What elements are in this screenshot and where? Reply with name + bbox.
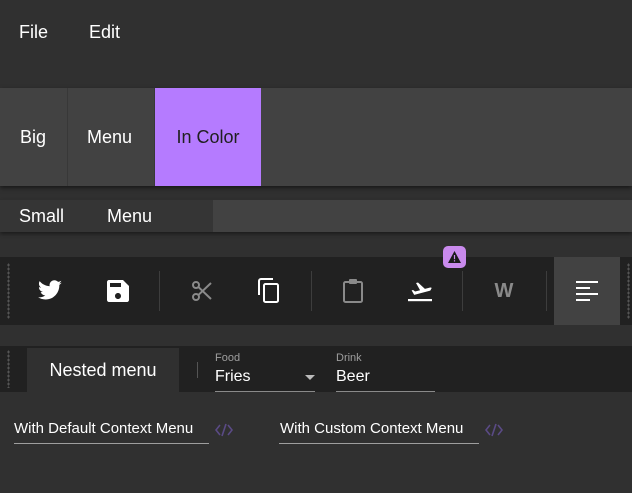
cut-button[interactable] <box>169 257 235 325</box>
copy-icon <box>258 278 279 303</box>
paste-icon <box>343 279 363 303</box>
custom-context-menu-label: With Custom Context Menu <box>280 420 464 437</box>
big-menubar: Big Menu In Color <box>0 88 632 186</box>
cut-icon <box>192 281 212 301</box>
flight-takeoff-button[interactable] <box>387 257 453 325</box>
flight-takeoff-icon <box>408 282 432 302</box>
save-button[interactable] <box>85 257 151 325</box>
toolbar-separator <box>197 362 198 378</box>
drag-handle[interactable] <box>7 263 10 319</box>
small-menubar: Small Menu <box>0 200 632 232</box>
code-icon[interactable] <box>215 423 233 437</box>
copy-button[interactable] <box>236 257 302 325</box>
default-context-underline <box>14 443 209 444</box>
big-menu-item-in-color[interactable]: In Color <box>155 88 261 186</box>
paste-button[interactable] <box>320 257 386 325</box>
toolbar: W <box>0 257 632 325</box>
toolbar-separator <box>159 271 160 311</box>
drink-underline <box>336 391 435 392</box>
drag-handle[interactable] <box>627 263 630 319</box>
toolbar-separator <box>311 271 312 311</box>
nested-menu-button[interactable]: Nested menu <box>27 348 179 392</box>
menu-edit[interactable]: Edit <box>70 0 139 64</box>
drag-handle[interactable] <box>7 350 10 388</box>
default-context-menu-label: With Default Context Menu <box>14 420 194 437</box>
warning-icon <box>448 251 461 263</box>
main-menubar: File Edit <box>0 0 632 64</box>
save-icon <box>107 280 129 302</box>
chevron-down-icon <box>305 375 315 380</box>
align-left-icon <box>576 281 598 301</box>
food-label: Food <box>215 352 241 364</box>
drink-value: Beer <box>336 368 370 385</box>
twitter-icon <box>37 280 62 300</box>
secondary-toolbar: Nested menu Food Fries Drink Beer <box>0 346 632 392</box>
drink-label: Drink <box>336 352 362 364</box>
warning-badge <box>443 246 466 268</box>
food-underline <box>215 391 315 392</box>
big-menu-item-big[interactable]: Big <box>0 88 66 186</box>
food-value: Fries <box>215 368 251 385</box>
w-icon: W <box>494 279 514 302</box>
w-button[interactable]: W <box>471 257 537 325</box>
code-icon[interactable] <box>485 423 503 437</box>
toolbar-separator <box>462 271 463 311</box>
twitter-button[interactable] <box>17 257 83 325</box>
custom-context-underline <box>279 443 479 444</box>
align-left-button[interactable] <box>554 257 620 325</box>
small-menu-item-menu[interactable]: Menu <box>88 200 213 232</box>
big-menu-item-menu[interactable]: Menu <box>67 88 152 186</box>
toolbar-separator <box>546 271 547 311</box>
menu-file[interactable]: File <box>0 0 67 64</box>
